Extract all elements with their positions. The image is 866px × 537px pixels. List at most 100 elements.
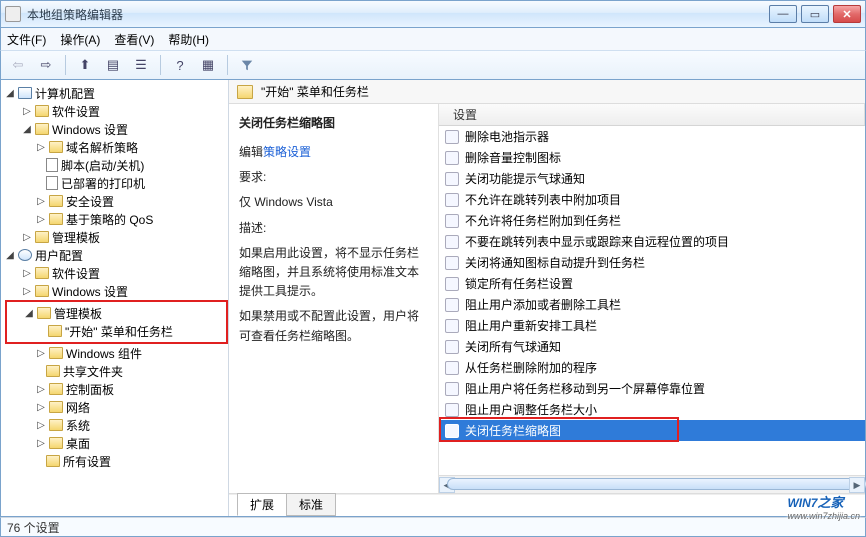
list-item[interactable]: 删除电池指示器 <box>439 126 865 147</box>
twisty-icon[interactable]: ▷ <box>22 286 32 297</box>
maximize-button[interactable]: ▭ <box>801 5 829 23</box>
content-area: ◢ 计算机配置 ▷ 软件设置 ◢ Windows 设置 ▷ 域名解析策略 脚本(启动/关… <box>0 80 866 517</box>
list-item[interactable]: 关闭功能提示气球通知 <box>439 168 865 189</box>
twisty-icon[interactable]: ◢ <box>24 308 34 319</box>
menu-file[interactable]: 文件(F) <box>7 31 46 48</box>
tree-node-windows-settings[interactable]: Windows 设置 <box>52 121 128 138</box>
list-item[interactable]: 关闭将通知图标自动提升到任务栏 <box>439 252 865 273</box>
list-item[interactable]: 关闭所有气球通知 <box>439 336 865 357</box>
tree-node-computer-config[interactable]: 计算机配置 <box>35 85 95 102</box>
close-button[interactable]: ✕ <box>833 5 861 23</box>
up-button[interactable]: ⬆ <box>74 54 96 76</box>
list-item-label: 从任务栏删除附加的程序 <box>465 359 597 376</box>
menu-help[interactable]: 帮助(H) <box>168 31 209 48</box>
list-item[interactable]: 从任务栏删除附加的程序 <box>439 357 865 378</box>
list-column-setting[interactable]: 设置 <box>449 104 865 125</box>
twisty-icon[interactable]: ▷ <box>22 232 32 243</box>
scroll-thumb[interactable] <box>447 478 866 490</box>
list-item[interactable]: 阻止用户添加或者删除工具栏 <box>439 294 865 315</box>
tab-extended[interactable]: 扩展 <box>237 493 287 516</box>
twisty-icon[interactable]: ▷ <box>36 214 46 225</box>
tree-node-desktop[interactable]: 桌面 <box>66 435 90 452</box>
export-button[interactable]: ▦ <box>197 54 219 76</box>
folder-icon <box>46 455 60 467</box>
edit-label: 编辑 <box>239 145 263 159</box>
tree-node-network[interactable]: 网络 <box>66 399 90 416</box>
filter-button[interactable] <box>236 54 258 76</box>
list-item[interactable]: 阻止用户将任务栏移动到另一个屏幕停靠位置 <box>439 378 865 399</box>
list-item[interactable]: 阻止用户调整任务栏大小 <box>439 399 865 420</box>
twisty-icon[interactable]: ◢ <box>5 250 15 261</box>
twisty-icon[interactable]: ◢ <box>5 88 15 99</box>
tree-node-printers[interactable]: 已部署的打印机 <box>61 175 145 192</box>
settings-list[interactable]: 删除电池指示器删除音量控制图标关闭功能提示气球通知不允许在跳转列表中附加项目不允… <box>439 126 865 475</box>
list-item-label: 不允许将任务栏附加到任务栏 <box>465 212 621 229</box>
tree-node-qos[interactable]: 基于策略的 QoS <box>66 211 153 228</box>
twisty-icon[interactable]: ◢ <box>22 124 32 135</box>
computer-icon <box>18 87 32 99</box>
tree-node-all-settings[interactable]: 所有设置 <box>63 453 111 470</box>
tree-node-admin-templates[interactable]: 管理模板 <box>52 229 100 246</box>
list-item[interactable]: 阻止用户重新安排工具栏 <box>439 315 865 336</box>
edit-policy-link[interactable]: 策略设置 <box>263 145 311 159</box>
description-label: 描述: <box>239 219 428 238</box>
tree-node-system[interactable]: 系统 <box>66 417 90 434</box>
menu-action[interactable]: 操作(A) <box>60 31 100 48</box>
properties-button[interactable]: ☰ <box>130 54 152 76</box>
twisty-icon[interactable]: ▷ <box>36 196 46 207</box>
folder-icon <box>35 285 49 297</box>
tree-node-user-config[interactable]: 用户配置 <box>35 247 83 264</box>
tree-node-dns[interactable]: 域名解析策略 <box>66 139 138 156</box>
tree-node-security[interactable]: 安全设置 <box>66 193 114 210</box>
tab-standard[interactable]: 标准 <box>286 493 336 516</box>
back-button[interactable]: ⇦ <box>7 54 29 76</box>
tree-node-win-components[interactable]: Windows 组件 <box>66 345 142 362</box>
setting-icon <box>445 172 459 186</box>
twisty-icon[interactable]: ▷ <box>36 142 46 153</box>
folder-icon <box>237 85 253 99</box>
help-button[interactable]: ? <box>169 54 191 76</box>
description-p2: 如果禁用或不配置此设置，用户将可查看任务栏缩略图。 <box>239 307 428 345</box>
list-item-label: 阻止用户重新安排工具栏 <box>465 317 597 334</box>
list-item[interactable]: 删除音量控制图标 <box>439 147 865 168</box>
setting-icon <box>445 403 459 417</box>
right-pane: "开始" 菜单和任务栏 关闭任务栏缩略图 编辑策略设置 要求: 仅 Window… <box>229 80 865 516</box>
twisty-icon[interactable]: ▷ <box>36 402 46 413</box>
scroll-right-button[interactable]: ▶ <box>849 477 865 493</box>
twisty-icon[interactable]: ▷ <box>36 438 46 449</box>
twisty-icon[interactable]: ▷ <box>36 384 46 395</box>
twisty-icon[interactable]: ▷ <box>22 106 32 117</box>
tree-node-user-windows[interactable]: Windows 设置 <box>52 283 128 300</box>
setting-icon <box>445 424 459 438</box>
requirement-label: 要求: <box>239 168 428 187</box>
tree-node-software-settings[interactable]: 软件设置 <box>52 103 100 120</box>
list-item[interactable]: 锁定所有任务栏设置 <box>439 273 865 294</box>
forward-button[interactable]: ⇨ <box>35 54 57 76</box>
tree-node-control-panel[interactable]: 控制面板 <box>66 381 114 398</box>
folder-icon <box>35 105 49 117</box>
tree-node-shared-folders[interactable]: 共享文件夹 <box>63 363 123 380</box>
list-item[interactable]: 不要在跳转列表中显示或跟踪来自远程位置的项目 <box>439 231 865 252</box>
title-bar: 本地组策略编辑器 — ▭ ✕ <box>0 0 866 28</box>
description-p1: 如果启用此设置，将不显示任务栏缩略图，并且系统将使用标准文本提供工具提示。 <box>239 244 428 302</box>
minimize-button[interactable]: — <box>769 5 797 23</box>
status-bar: 76 个设置 <box>0 517 866 537</box>
tree-node-user-admin-templates[interactable]: 管理模板 <box>54 305 102 322</box>
folder-icon <box>49 195 63 207</box>
tree-node-startmenu-taskbar[interactable]: "开始" 菜单和任务栏 <box>65 323 173 340</box>
right-pane-header: "开始" 菜单和任务栏 <box>229 80 865 104</box>
list-header[interactable]: 设置 <box>439 104 865 126</box>
list-item[interactable]: 不允许将任务栏附加到任务栏 <box>439 210 865 231</box>
nav-tree[interactable]: ◢ 计算机配置 ▷ 软件设置 ◢ Windows 设置 ▷ 域名解析策略 脚本(启动/关… <box>1 80 229 516</box>
twisty-icon[interactable]: ▷ <box>36 420 46 431</box>
tree-node-user-software[interactable]: 软件设置 <box>52 265 100 282</box>
script-icon <box>46 158 58 172</box>
twisty-icon[interactable]: ▷ <box>22 268 32 279</box>
menu-view[interactable]: 查看(V) <box>114 31 154 48</box>
list-item[interactable]: 关闭任务栏缩略图 <box>439 420 865 441</box>
tree-node-scripts[interactable]: 脚本(启动/关机) <box>61 157 144 174</box>
twisty-icon[interactable]: ▷ <box>36 348 46 359</box>
show-hide-tree-button[interactable]: ▤ <box>102 54 124 76</box>
list-item[interactable]: 不允许在跳转列表中附加项目 <box>439 189 865 210</box>
horizontal-scrollbar[interactable]: ◀ ▶ <box>439 475 865 493</box>
